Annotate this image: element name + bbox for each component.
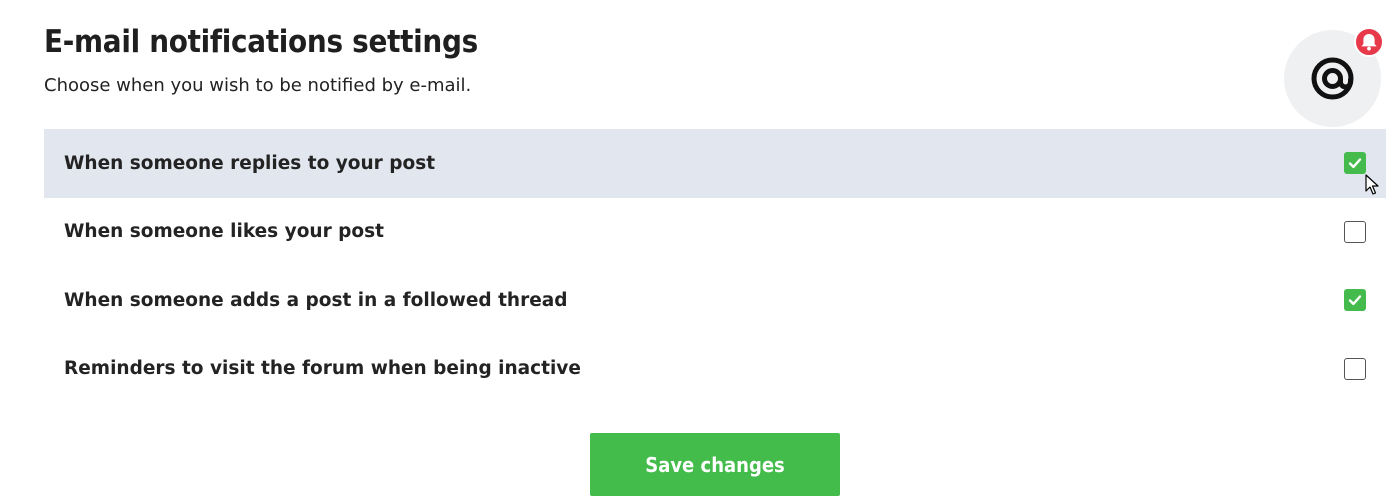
email-notifications-page: E-mail notifications settings Choose whe… — [0, 0, 1397, 502]
email-badge — [1284, 27, 1384, 127]
page-subtitle: Choose when you wish to be notified by e… — [44, 75, 472, 96]
notification-options-list: When someone replies to your post When s… — [44, 129, 1386, 403]
followed-thread-checkbox[interactable] — [1344, 289, 1366, 312]
save-changes-button[interactable]: Save changes — [590, 433, 840, 496]
option-label: When someone likes your post — [64, 221, 384, 243]
option-label: Reminders to visit the forum when being … — [64, 358, 581, 380]
notification-badge — [1354, 27, 1384, 57]
checkmark-icon — [1348, 295, 1362, 306]
option-row-inactivity-reminders[interactable]: Reminders to visit the forum when being … — [44, 335, 1386, 404]
option-row-followed-thread[interactable]: When someone adds a post in a followed t… — [44, 266, 1386, 335]
option-label: When someone replies to your post — [64, 152, 436, 174]
option-row-replies[interactable]: When someone replies to your post — [44, 129, 1386, 198]
checkmark-icon — [1348, 158, 1362, 169]
bell-icon — [1361, 34, 1377, 51]
option-row-likes[interactable]: When someone likes your post — [44, 198, 1386, 267]
page-title: E-mail notifications settings — [44, 24, 478, 60]
replies-checkbox[interactable] — [1344, 152, 1366, 175]
likes-checkbox[interactable] — [1344, 220, 1366, 243]
option-label: When someone adds a post in a followed t… — [64, 289, 568, 311]
inactivity-reminders-checkbox[interactable] — [1344, 357, 1366, 380]
